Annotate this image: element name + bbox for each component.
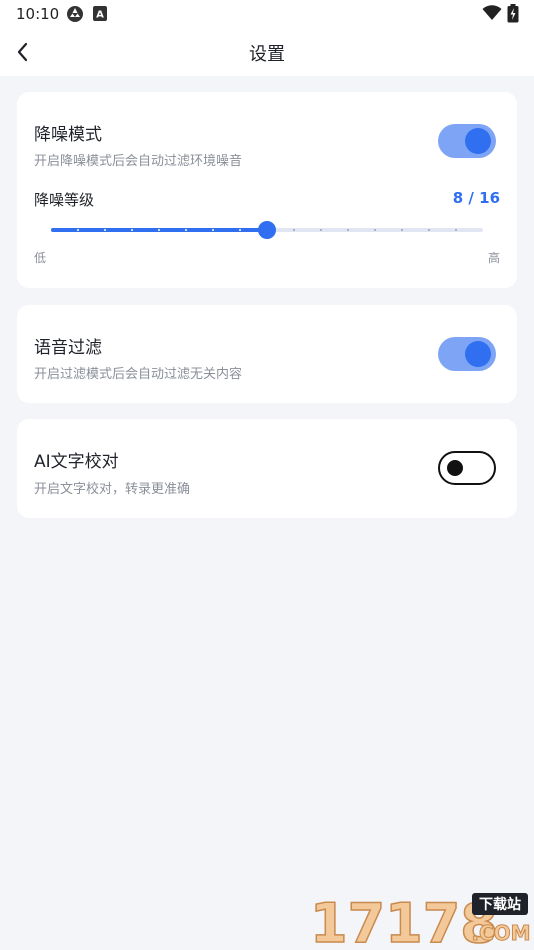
noise-reduction-description: 开启降噪模式后会自动过滤环境噪音: [34, 154, 243, 169]
voice-filter-toggle[interactable]: [438, 337, 496, 371]
keyboard-a-icon: A: [93, 6, 107, 21]
slider-tick: [239, 229, 241, 231]
noise-level-value: 8 / 16: [452, 189, 500, 207]
slider-thumb[interactable]: [258, 221, 276, 239]
slider-tick: [158, 229, 160, 231]
watermark-domain-text: .COM: [471, 921, 530, 945]
noise-level-label: 降噪等级: [34, 191, 95, 209]
slider-tick: [455, 229, 457, 231]
noise-reduction-toggle[interactable]: [438, 124, 496, 158]
nav-bar: 设置: [0, 28, 534, 76]
status-bar: 10:10 A: [0, 0, 534, 28]
sync-icon: [67, 6, 83, 22]
toggle-knob: [465, 341, 491, 367]
slider-tick: [320, 229, 322, 231]
watermark-sub-text: 下载站: [479, 896, 521, 913]
slider-tick: [401, 229, 403, 231]
slider-high-label: 高: [487, 251, 500, 265]
toggle-knob: [447, 460, 463, 476]
slider-tick: [212, 229, 214, 231]
ai-proofread-card: AI文字校对 开启文字校对，转录更准确: [17, 419, 517, 518]
slider-tick: [104, 229, 106, 231]
voice-filter-card: 语音过滤 开启过滤模式后会自动过滤无关内容: [17, 305, 517, 403]
slider-tick: [374, 229, 376, 231]
noise-level-slider[interactable]: [51, 220, 483, 240]
noise-reduction-card: 降噪模式 开启降噪模式后会自动过滤环境噪音 降噪等级 8 / 16 低 高: [17, 92, 517, 288]
ai-proofread-description: 开启文字校对，转录更准确: [34, 482, 191, 497]
keyboard-a-glyph: A: [96, 10, 104, 21]
watermark-main-text: 17178: [310, 892, 498, 948]
slider-low-label: 低: [34, 251, 47, 265]
battery-icon: [507, 4, 519, 23]
slider-tick: [347, 229, 349, 231]
wifi-icon: [482, 5, 502, 20]
voice-filter-description: 开启过滤模式后会自动过滤无关内容: [34, 367, 243, 382]
slider-tick: [77, 229, 79, 231]
site-watermark-logo: 17178 下载站 .COM: [309, 891, 530, 948]
ai-proofread-title: AI文字校对: [34, 452, 119, 472]
slider-tick: [131, 229, 133, 231]
slider-tick: [185, 229, 187, 231]
voice-filter-title: 语音过滤: [34, 338, 102, 358]
noise-reduction-title: 降噪模式: [34, 125, 102, 145]
toggle-knob: [465, 128, 491, 154]
slider-tick: [428, 229, 430, 231]
ai-proofread-toggle[interactable]: [438, 451, 496, 485]
status-time: 10:10: [16, 5, 60, 23]
slider-tick: [293, 229, 295, 231]
page-title: 设置: [249, 44, 285, 65]
